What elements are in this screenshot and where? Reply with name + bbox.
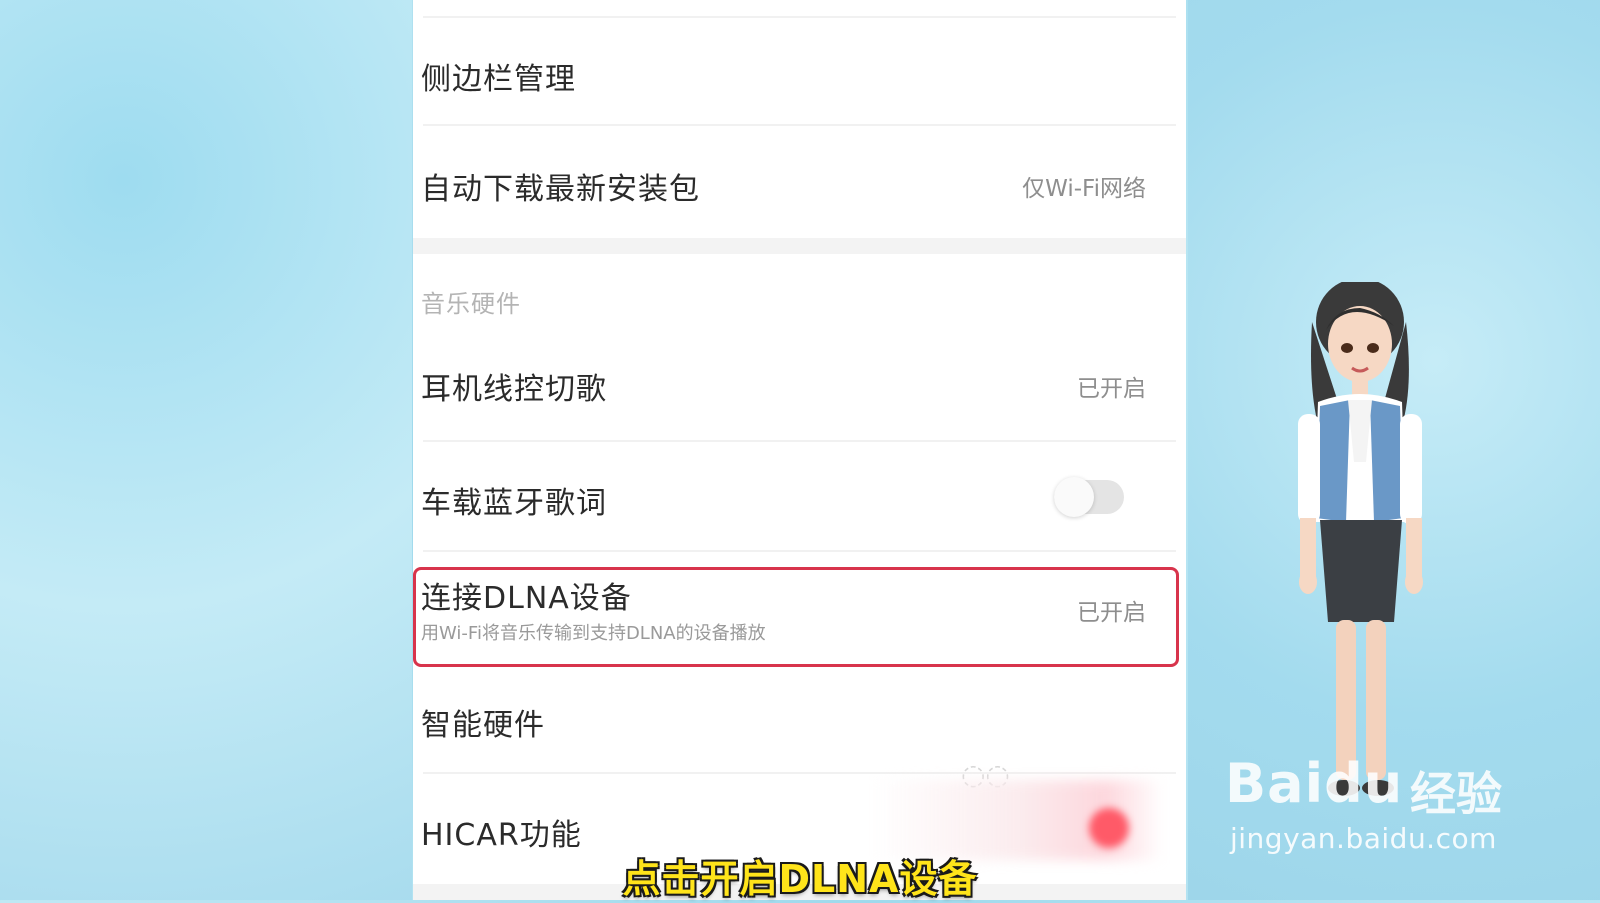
baidu-jingyan-watermark: Baidu 经验 jingyan.baidu.com [1225,752,1525,862]
section-gap [413,238,1186,254]
smart-hardware-row[interactable]: 智能硬件 [413,670,1186,772]
auto-download-value: 仅Wi-Fi网络 [1022,176,1146,202]
section-title-music-hardware: 音乐硬件 [421,290,521,318]
car-bluetooth-lyrics-row[interactable]: 车载蓝牙歌词 [413,442,1186,550]
auto-download-label: 自动下载最新安装包 [421,172,700,207]
auto-download-row[interactable]: 自动下载最新安装包 仅Wi-Fi网络 [413,126,1186,236]
car-bluetooth-lyrics-toggle[interactable] [1054,477,1124,517]
headset-control-value: 已开启 [1077,376,1146,402]
video-caption: 点击开启DLNA设备 [622,857,978,901]
headset-control-row[interactable]: 耳机线控切歌 已开启 [413,330,1186,440]
settings-screen: 侧边栏管理 自动下载最新安装包 仅Wi-Fi网络 音乐硬件 耳机线控切歌 已开启… [413,0,1186,900]
divider [423,16,1176,18]
divider [423,550,1176,552]
baidu-logo: Baidu [1225,752,1404,815]
dlna-highlight-frame [413,567,1179,667]
jingyan-logo-text: 经验 [1410,767,1502,821]
sidebar-manage-label: 侧边栏管理 [421,62,576,97]
toggle-knob [1054,477,1094,517]
headset-control-label: 耳机线控切歌 [421,372,607,407]
hicar-toggle-blurred[interactable] [1089,808,1129,848]
sidebar-manage-row[interactable]: 侧边栏管理 [413,20,1186,124]
background-left [0,0,412,900]
smart-hardware-label: 智能硬件 [421,708,545,743]
car-bluetooth-lyrics-label: 车载蓝牙歌词 [421,486,607,521]
